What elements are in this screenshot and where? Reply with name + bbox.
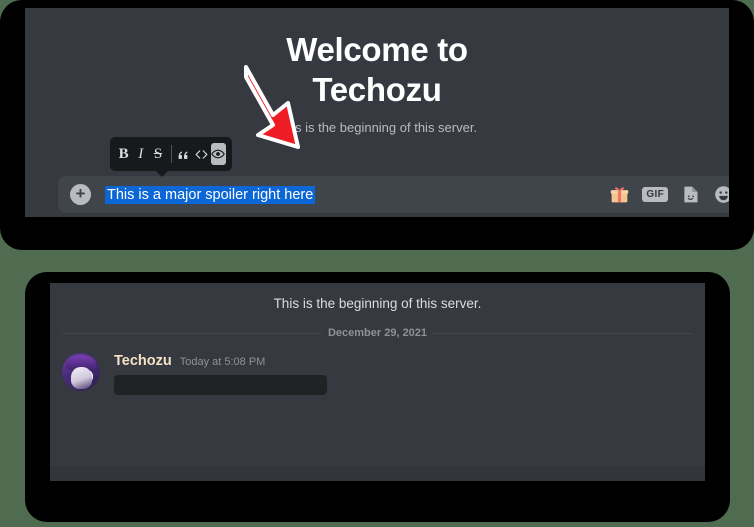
date-divider: December 29, 2021 [62,327,694,339]
server-beginning-text: This is the beginning of this server. [276,120,478,135]
message-author[interactable]: Techozu [114,353,172,369]
toolbar-divider [170,145,172,163]
welcome-title-line2: Techozu [312,71,442,108]
gif-label: GIF [642,187,668,202]
date-divider-rule-right [433,332,694,334]
welcome-title-line1: Welcome to [286,31,468,68]
top-input-actions: GIF [597,184,729,205]
top-message-input[interactable]: This is a major spoiler right here [105,185,597,204]
bottom-footer-strip [50,466,705,481]
date-divider-rule-left [62,332,322,334]
italic-icon[interactable]: I [133,143,148,165]
bold-icon[interactable]: B [116,143,131,165]
message-row: Techozu Today at 5:08 PM [50,351,705,397]
spoiler-content-block[interactable] [114,375,327,395]
server-beginning-text-2: This is the beginning of this server. [273,296,482,311]
bottom-discord-panel: This is the beginning of this server. De… [50,283,705,481]
text-format-toolbar[interactable]: B I S [110,137,232,177]
add-attachment-button[interactable]: + [70,184,91,205]
quote-icon[interactable] [176,143,191,165]
welcome-title: Welcome to Techozu [25,30,729,110]
message-header: Techozu Today at 5:08 PM [114,353,693,369]
message-timestamp: Today at 5:08 PM [179,356,266,368]
date-divider-label: December 29, 2021 [327,327,428,339]
avatar[interactable] [62,353,100,391]
selected-message-text[interactable]: This is a major spoiler right here [105,185,316,204]
code-icon[interactable] [194,143,209,165]
emoji-icon[interactable] [713,184,729,205]
sticker-icon[interactable] [680,184,701,205]
message-body: Techozu Today at 5:08 PM [114,353,693,395]
gif-icon[interactable]: GIF [642,187,668,202]
gift-icon[interactable] [609,184,630,205]
strikethrough-icon[interactable]: S [150,143,165,165]
top-discord-panel: Welcome to Techozu This is the beginning… [25,8,729,217]
eye-spoiler-icon[interactable] [210,143,226,165]
top-message-input-bar[interactable]: + This is a major spoiler right here GIF [58,176,729,213]
